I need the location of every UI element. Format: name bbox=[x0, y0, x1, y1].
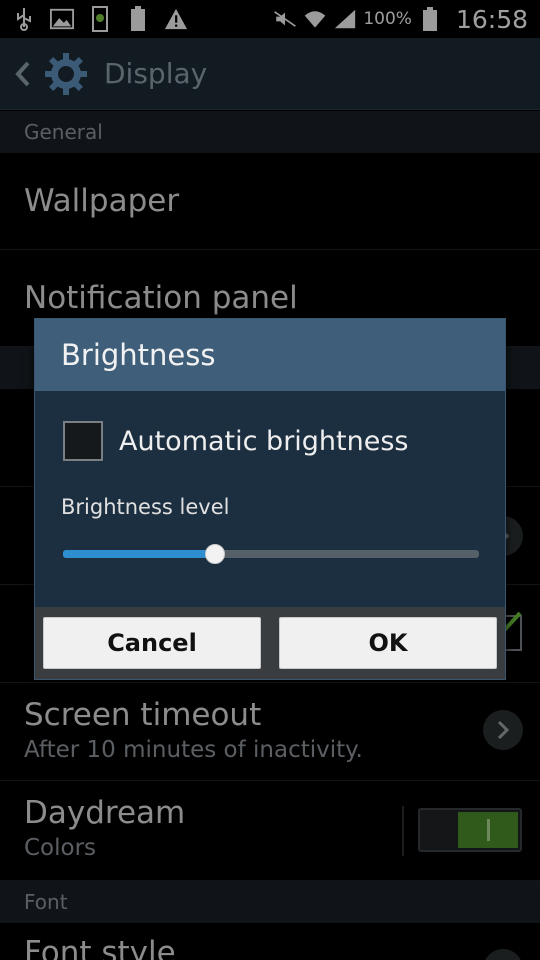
auto-brightness-row[interactable]: Automatic brightness bbox=[63, 421, 409, 461]
slider-thumb[interactable] bbox=[204, 544, 225, 564]
dialog-title: Brightness bbox=[35, 319, 505, 391]
brightness-slider[interactable] bbox=[63, 544, 479, 564]
brightness-dialog: Brightness Automatic brightness Brightne… bbox=[34, 318, 506, 680]
ok-button[interactable]: OK bbox=[279, 617, 497, 669]
slider-fill bbox=[63, 550, 215, 558]
auto-brightness-checkbox[interactable] bbox=[63, 421, 103, 461]
cancel-button[interactable]: Cancel bbox=[43, 617, 261, 669]
dialog-button-bar: Cancel OK bbox=[35, 607, 505, 679]
auto-brightness-label: Automatic brightness bbox=[119, 425, 409, 457]
brightness-level-label: Brightness level bbox=[61, 495, 230, 519]
